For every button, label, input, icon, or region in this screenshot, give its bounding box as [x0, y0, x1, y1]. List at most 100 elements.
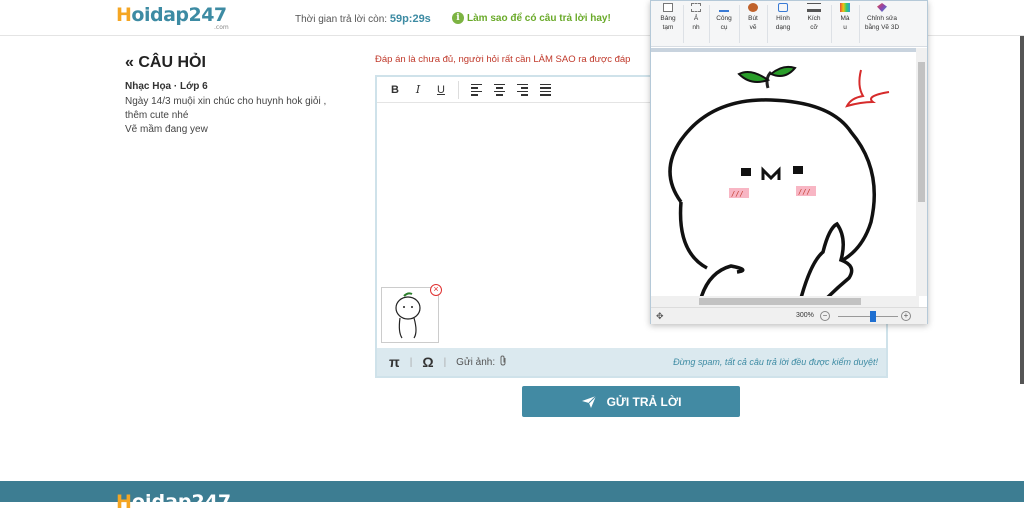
ribbon-label: vẽ: [749, 24, 757, 31]
ribbon-divider: [859, 5, 860, 43]
ribbon-label: Mà: [840, 15, 850, 22]
tip-text: Làm sao để có câu trả lời hay!: [467, 12, 611, 24]
italic-button[interactable]: I: [408, 80, 428, 100]
paint-window[interactable]: Bảng tạm Ả nh Công cụ Bút vẽ Hình dạng K…: [650, 0, 928, 324]
ribbon-shapes-button[interactable]: Hình dạng: [769, 3, 797, 32]
question-title-text: CÂU HỎI: [138, 54, 206, 71]
footer-logo[interactable]: Hoidap247: [116, 491, 231, 513]
ribbon-label: cụ: [720, 24, 728, 31]
move-icon: ✥: [656, 311, 664, 321]
vertical-scroll-thumb[interactable]: [918, 62, 925, 202]
svg-text:///: ///: [798, 188, 811, 196]
submit-answer-button[interactable]: GỬI TRẢ LỜI: [522, 386, 740, 417]
ribbon-label: Chỉnh sửa: [866, 15, 897, 22]
logo-com: .com: [214, 24, 229, 31]
footer-logo-h: H: [116, 491, 132, 513]
paperclip-icon[interactable]: [499, 355, 507, 369]
bold-button[interactable]: B: [385, 80, 405, 100]
horizontal-scrollbar[interactable]: [651, 296, 919, 307]
footer-divider: |: [443, 356, 447, 368]
ribbon-label: Công: [716, 15, 732, 22]
sprout-character-drawing-image: /// ///: [668, 65, 890, 296]
ribbon-label: Kích: [807, 15, 821, 22]
ribbon-divider: [767, 5, 768, 43]
ribbon-label: Bút: [748, 15, 758, 22]
question-body: Ngày 14/3 muội xin chúc cho huynh hok gi…: [125, 95, 355, 137]
ribbon-label: Bảng: [660, 15, 676, 22]
question-line: Vẽ mầm đang yew: [125, 124, 208, 135]
color-palette-icon: [840, 3, 850, 12]
answer-timer: Thời gian trả lời còn: 59p:29s: [295, 13, 431, 25]
send-icon: [581, 395, 596, 408]
paint-3d-icon: [877, 3, 887, 12]
align-center-icon[interactable]: [489, 80, 509, 100]
logo-h: H: [116, 4, 132, 26]
toolbar-divider: [458, 80, 459, 99]
page-edge-strip: [1020, 36, 1024, 384]
mini-sprout-drawing-image: [395, 292, 421, 339]
site-logo[interactable]: Hoidap247 .com: [116, 4, 229, 31]
ribbon-image-button[interactable]: Ả nh: [685, 3, 707, 32]
zoom-slider-knob[interactable]: [870, 311, 876, 322]
ribbon-brushes-button[interactable]: Bút vẽ: [741, 3, 765, 32]
ribbon-label: nh: [692, 24, 700, 31]
ribbon-divider: [683, 5, 684, 43]
question-line: Ngày 14/3 muội xin chúc cho huynh hok gi…: [125, 96, 327, 107]
ribbon-label: cỡ: [810, 24, 818, 31]
svg-text:///: ///: [731, 190, 744, 198]
remove-image-icon[interactable]: ×: [430, 284, 442, 296]
question-meta: Nhạc Họa · Lớp 6: [125, 81, 208, 92]
pi-symbol-button[interactable]: π: [389, 354, 400, 370]
ribbon-edit-3d-button[interactable]: Chỉnh sửa bằng Vẽ 3D: [861, 3, 903, 32]
ribbon-size-button[interactable]: Kích cỡ: [801, 3, 827, 32]
editor-footer: π | Ω | Gửi ảnh: Đừng spam, tất cả câu t…: [377, 348, 886, 376]
vertical-scrollbar[interactable]: [916, 48, 927, 296]
logo-text: oidap247: [131, 4, 227, 26]
ribbon-divider: [831, 5, 832, 43]
timer-value: 59p:29s: [389, 13, 431, 25]
paint-ribbon: Bảng tạm Ả nh Công cụ Bút vẽ Hình dạng K…: [651, 1, 927, 47]
line-width-icon: [807, 3, 821, 12]
align-left-icon[interactable]: [466, 80, 486, 100]
omega-symbol-button[interactable]: Ω: [422, 354, 433, 370]
paint-canvas-area: /// ///: [651, 48, 919, 296]
submit-answer-label: GỬI TRẢ LỜI: [606, 394, 682, 409]
ribbon-label: tạm: [662, 24, 674, 31]
select-icon: [691, 3, 701, 12]
align-right-icon[interactable]: [512, 80, 532, 100]
shapes-icon: [778, 3, 788, 12]
zoom-in-button[interactable]: +: [901, 311, 911, 321]
align-justify-icon[interactable]: [535, 80, 555, 100]
ribbon-label: bằng Vẽ 3D: [864, 24, 900, 31]
zoom-slider-track[interactable]: [838, 316, 898, 317]
horizontal-scroll-thumb[interactable]: [699, 298, 861, 305]
ribbon-label: dạng: [775, 24, 791, 31]
ribbon-tools-button[interactable]: Công cụ: [711, 10, 737, 32]
underline-button[interactable]: U: [431, 80, 451, 100]
question-title: « CÂU HỎI: [125, 54, 206, 72]
zoom-out-button[interactable]: −: [820, 311, 830, 321]
brush-icon: [748, 3, 758, 12]
footer-logo-text: oidap247: [131, 491, 232, 513]
ribbon-label: u: [843, 24, 847, 31]
ribbon-clipboard-button[interactable]: Bảng tạm: [655, 3, 681, 32]
attached-image-thumbnail[interactable]: ×: [381, 284, 442, 343]
paint-canvas[interactable]: /// ///: [651, 52, 916, 296]
ribbon-label: Hình: [776, 15, 790, 22]
zoom-level: 300%: [796, 312, 814, 319]
clipboard-icon: [663, 3, 673, 12]
ribbon-divider: [709, 5, 710, 43]
site-footer: Hoidap247: [0, 481, 1024, 513]
question-line: thêm cute nhé: [125, 110, 189, 121]
moderation-note: Đừng spam, tất cả câu trả lời đều được k…: [673, 357, 878, 367]
ribbon-divider: [739, 5, 740, 43]
ribbon-label: Ả: [693, 15, 699, 22]
send-image-label: Gửi ảnh:: [456, 356, 496, 368]
double-chevron-left-icon[interactable]: «: [125, 54, 134, 71]
answer-tip-link[interactable]: i Làm sao để có câu trả lời hay!: [452, 12, 611, 24]
info-icon: i: [452, 12, 464, 24]
pencil-icon: [719, 3, 729, 12]
ribbon-colors-button[interactable]: Mà u: [833, 3, 857, 32]
paint-status-bar: ✥ 300% − +: [651, 307, 927, 324]
footer-divider: |: [409, 356, 413, 368]
